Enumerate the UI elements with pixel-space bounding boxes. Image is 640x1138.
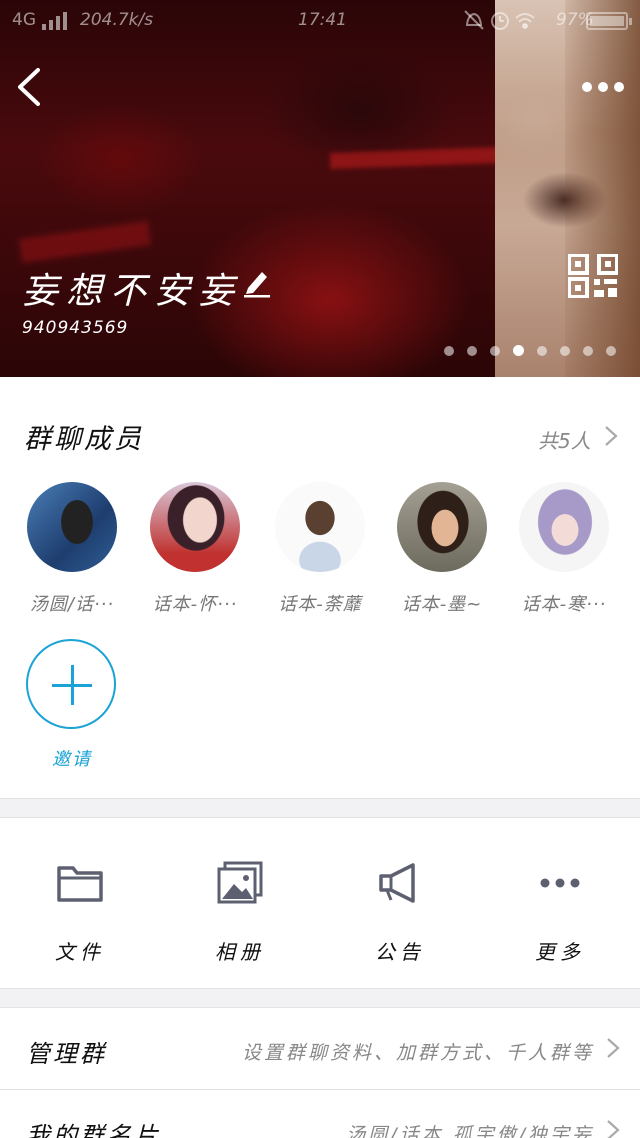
- more-dots-icon: [540, 878, 580, 888]
- banner-page-indicator: [444, 345, 616, 356]
- next-banner-photo: [495, 0, 640, 377]
- page-dot[interactable]: [583, 346, 593, 356]
- more-label: 更多: [535, 940, 585, 964]
- group-members-section: 群聊成员 共5人 汤圆/话··· 话本-怀··· 话本-荼蘼 话本-墨~ 话本-…: [0, 377, 640, 799]
- manage-group-row[interactable]: 管理群 设置群聊资料、加群方式、千人群等: [0, 1008, 640, 1089]
- banner-photo-detail: [565, 0, 640, 377]
- page-dot[interactable]: [560, 346, 570, 356]
- my-group-card-value: 汤圆/话本 孤宇傲/独宇妄: [346, 1124, 594, 1138]
- more-dot: [582, 82, 592, 92]
- plus-icon[interactable]: [26, 639, 116, 729]
- page-dot[interactable]: [537, 346, 547, 356]
- announcement-tool[interactable]: 公告: [320, 860, 480, 965]
- back-arrow-icon[interactable]: [10, 62, 50, 112]
- group-info-screen: 4G 204.7k/s 17:41 97% 妄想不安妄 940943569 群聊…: [0, 0, 640, 1138]
- battery-icon: [586, 12, 632, 30]
- member-item[interactable]: 话本-寒···: [500, 482, 628, 616]
- page-dot[interactable]: [606, 346, 616, 356]
- member-item[interactable]: 话本-荼蘼: [256, 482, 384, 616]
- invite-button[interactable]: 邀请: [26, 639, 118, 771]
- group-header-banner[interactable]: 4G 204.7k/s 17:41 97% 妄想不安妄 940943569: [0, 0, 640, 377]
- status-icons: [464, 10, 535, 30]
- avatar[interactable]: [275, 482, 365, 572]
- banner-photo-detail: [329, 147, 501, 169]
- announcement-label: 公告: [375, 940, 425, 964]
- signal-icon: [42, 12, 67, 30]
- member-name: 话本-怀···: [152, 594, 238, 615]
- page-dot[interactable]: [444, 346, 454, 356]
- member-item[interactable]: 话本-墨~: [378, 482, 506, 616]
- page-dot-active[interactable]: [513, 345, 524, 356]
- chevron-right-icon: [607, 1120, 620, 1138]
- page-dot[interactable]: [467, 346, 477, 356]
- more-dot: [614, 82, 624, 92]
- chevron-right-icon[interactable]: [604, 425, 618, 447]
- edit-pencil-icon[interactable]: [242, 266, 272, 298]
- member-item[interactable]: 汤圆/话···: [8, 482, 136, 616]
- page-dot[interactable]: [490, 346, 500, 356]
- my-group-card-label: 我的群名片: [26, 1122, 161, 1138]
- avatar[interactable]: [397, 482, 487, 572]
- qr-code-icon[interactable]: [568, 254, 618, 298]
- members-title: 群聊成员: [24, 424, 144, 455]
- member-name: 汤圆/话···: [29, 594, 115, 615]
- section-divider: [0, 988, 640, 989]
- my-group-card-row[interactable]: 我的群名片 汤圆/话本 孤宇傲/独宇妄: [0, 1090, 640, 1138]
- album-label: 相册: [215, 940, 265, 964]
- member-item[interactable]: 话本-怀···: [131, 482, 259, 616]
- network-type: 4G: [12, 10, 36, 30]
- member-count[interactable]: 共5人: [538, 425, 591, 454]
- more-options-button[interactable]: [578, 72, 628, 102]
- member-name: 话本-荼蘼: [278, 594, 362, 615]
- more-dot: [598, 82, 608, 92]
- battery-level-fill: [590, 16, 624, 26]
- wifi-icon: [515, 13, 535, 29]
- invite-label: 邀请: [52, 749, 92, 770]
- files-tool[interactable]: 文件: [0, 860, 160, 965]
- clock: 17:41: [298, 10, 347, 30]
- section-divider: [0, 798, 640, 799]
- member-name: 话本-墨~: [401, 594, 483, 615]
- banner-photo-detail: [18, 221, 152, 263]
- avatar[interactable]: [150, 482, 240, 572]
- more-tool[interactable]: 更多: [480, 860, 640, 965]
- photo-album-icon: [217, 861, 263, 904]
- manage-group-description: 设置群聊资料、加群方式、千人群等: [241, 1042, 594, 1064]
- group-name: 妄想不安妄: [22, 271, 243, 312]
- album-tool[interactable]: 相册: [160, 860, 320, 965]
- mute-bell-icon: [464, 10, 484, 30]
- chevron-right-icon: [607, 1038, 620, 1058]
- group-id: 940943569: [22, 318, 129, 338]
- avatar[interactable]: [519, 482, 609, 572]
- folder-icon: [57, 866, 103, 902]
- avatar[interactable]: [27, 482, 117, 572]
- megaphone-icon: [379, 863, 415, 903]
- manage-group-label: 管理群: [26, 1040, 107, 1068]
- alarm-icon: [491, 12, 509, 30]
- member-name: 话本-寒···: [521, 594, 607, 615]
- status-bar: 4G 204.7k/s 17:41 97%: [0, 0, 640, 40]
- group-tools-bar: 文件 相册 公告 更多: [0, 818, 640, 988]
- files-label: 文件: [55, 940, 105, 964]
- network-speed: 204.7k/s: [80, 10, 154, 30]
